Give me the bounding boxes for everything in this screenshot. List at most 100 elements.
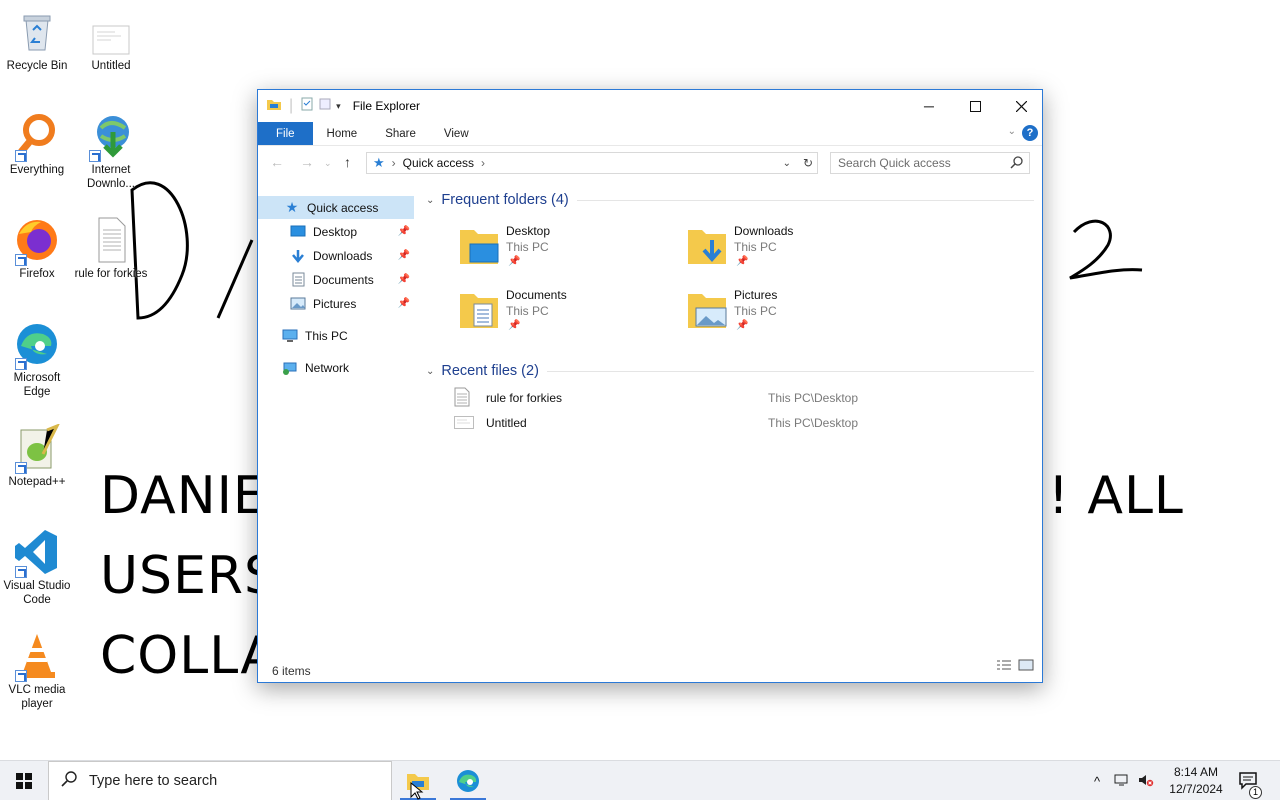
clock[interactable]: 8:14 AM 12/7/2024: [1164, 764, 1228, 798]
new-folder-icon[interactable]: [318, 97, 332, 116]
taskbar-search-box[interactable]: Type here to search: [48, 761, 392, 800]
text-file-icon: [454, 387, 470, 410]
recent-files-group-header[interactable]: ⌄ Recent files (2): [426, 363, 1034, 379]
quick-access-toolbar: | ▾: [266, 97, 341, 116]
ribbon-tabs: File Home Share View: [258, 122, 1042, 146]
large-icons-view-icon[interactable]: [1018, 658, 1034, 676]
volume-muted-icon[interactable]: [1138, 773, 1154, 790]
quick-access-star-icon: ★: [285, 199, 299, 215]
shortcut-arrow-icon: [15, 254, 27, 266]
details-view-icon[interactable]: [996, 658, 1012, 676]
recent-file-row[interactable]: rule for forkies This PC\Desktop: [454, 387, 1014, 409]
desktop-icon-everything[interactable]: Everything: [0, 112, 74, 177]
vscode-icon: [13, 528, 61, 578]
desktop-icon-vlc-media-player[interactable]: VLC media player: [0, 632, 74, 711]
desktop-icon-microsoft-edge[interactable]: Microsoft Edge: [0, 320, 74, 399]
help-icon[interactable]: ?: [1022, 125, 1038, 141]
nav-item-desktop[interactable]: Desktop 📌: [258, 220, 414, 243]
shortcut-arrow-icon: [15, 150, 27, 162]
nav-item-documents[interactable]: Documents 📌: [258, 268, 414, 291]
firefox-icon: [13, 216, 61, 266]
frequent-folder-downloads[interactable]: Downloads This PC 📌: [686, 224, 906, 284]
breadcrumb-separator: ›: [391, 156, 396, 170]
recent-locations-chevron-icon[interactable]: ⌄: [324, 158, 332, 169]
tab-view[interactable]: View: [430, 122, 483, 145]
folder-name: Pictures: [734, 288, 778, 302]
customize-toolbar-chevron-icon[interactable]: ▾: [336, 101, 341, 112]
desktop-icon-label: VLC media player: [8, 684, 66, 710]
frequent-folder-documents[interactable]: Documents This PC 📌: [458, 288, 678, 348]
frequent-folder-desktop[interactable]: Desktop This PC 📌: [458, 224, 678, 284]
desktop-folder-icon: [290, 225, 306, 239]
frequent-folders-group-header[interactable]: ⌄ Frequent folders (4): [426, 192, 1034, 208]
downloads-folder-icon: [686, 226, 730, 266]
taskbar-search-placeholder: Type here to search: [89, 773, 218, 789]
show-hidden-icons-chevron-icon[interactable]: ^: [1094, 774, 1100, 789]
nav-item-label: Documents: [313, 272, 374, 287]
nav-item-quick-access[interactable]: ★ Quick access: [258, 196, 414, 219]
desktop-icon-internet-download-manager[interactable]: Internet Downlo...: [74, 112, 148, 191]
nav-item-label: Network: [305, 360, 350, 375]
folder-name: Desktop: [506, 224, 551, 238]
frequent-folder-pictures[interactable]: Pictures This PC 📌: [686, 288, 906, 348]
everything-search-icon: [13, 112, 61, 162]
desktop-icon-label: Visual Studio Code: [3, 580, 71, 606]
taskbar-microsoft-edge[interactable]: [444, 761, 492, 800]
desktop-icon-untitled[interactable]: Untitled: [74, 8, 148, 73]
refresh-icon[interactable]: ↻: [803, 156, 813, 170]
forward-arrow-icon[interactable]: →: [300, 154, 314, 170]
up-arrow-icon[interactable]: ↑: [344, 154, 351, 170]
network-icon: [282, 361, 298, 375]
edge-icon: [13, 320, 61, 370]
nav-item-network[interactable]: Network: [258, 356, 414, 379]
folder-name: Downloads: [734, 224, 794, 238]
pin-icon: 📌: [508, 320, 521, 331]
network-status-icon[interactable]: [1114, 773, 1130, 790]
action-center-button[interactable]: 1: [1238, 770, 1262, 799]
minimize-icon[interactable]: ─: [906, 90, 952, 122]
notification-count-badge: 1: [1249, 786, 1262, 799]
quick-access-star-icon: ★: [373, 155, 385, 170]
nav-item-this-pc[interactable]: This PC: [258, 324, 414, 347]
tab-file[interactable]: File: [258, 122, 313, 145]
pin-icon: 📌: [397, 250, 410, 261]
nav-item-label: Quick access: [307, 200, 379, 215]
desktop-icon-label: Everything: [9, 164, 65, 176]
file-explorer-window: | ▾ File Explorer ─ File Home Share View…: [257, 89, 1043, 683]
document-thumbnail-icon: [87, 8, 135, 56]
properties-icon[interactable]: [300, 97, 314, 116]
nav-item-label: This PC: [305, 328, 348, 343]
address-bar[interactable]: ★ › Quick access › ⌄ ↻: [366, 152, 818, 174]
desktop-icon-firefox[interactable]: Firefox: [0, 216, 74, 281]
recent-file-path: This PC\Desktop: [768, 391, 859, 405]
back-arrow-icon[interactable]: ←: [270, 154, 284, 170]
group-header-label: Recent files (2): [441, 363, 539, 379]
nav-item-downloads[interactable]: Downloads 📌: [258, 244, 414, 267]
breadcrumb-separator[interactable]: ›: [481, 156, 485, 170]
desktop-icon-visual-studio-code[interactable]: Visual Studio Code: [0, 528, 74, 607]
start-button[interactable]: [0, 761, 48, 800]
desktop-icon-notepad-plus-plus[interactable]: Notepad++: [0, 423, 74, 489]
clock-time: 8:14 AM: [1173, 765, 1219, 779]
documents-icon: [290, 272, 306, 287]
expand-ribbon-chevron-icon[interactable]: ⌄: [1008, 126, 1016, 137]
desktop-icon-recycle-bin[interactable]: Recycle Bin: [0, 8, 74, 73]
title-bar[interactable]: | ▾ File Explorer ─: [258, 90, 1042, 122]
breadcrumb-quick-access[interactable]: Quick access: [403, 156, 474, 170]
nav-item-label: Pictures: [313, 296, 357, 311]
recent-file-row[interactable]: Untitled This PC\Desktop: [454, 412, 1014, 434]
wallpaper-text-line-1-end: ! ALL: [1048, 466, 1184, 526]
folder-location: This PC: [734, 240, 777, 254]
wallpaper-text-line-2: USERS: [100, 546, 279, 606]
nav-item-pictures[interactable]: Pictures 📌: [258, 292, 414, 315]
tab-home[interactable]: Home: [313, 122, 372, 145]
maximize-icon[interactable]: [952, 90, 998, 122]
tab-share[interactable]: Share: [371, 122, 430, 145]
recent-file-name: Untitled: [486, 416, 527, 430]
close-icon[interactable]: [998, 90, 1044, 122]
desktop-icon-label: rule for forkies: [74, 268, 148, 280]
search-quick-access-input[interactable]: Search Quick access: [830, 152, 1030, 174]
desktop-icon-label: Microsoft Edge: [13, 372, 61, 398]
address-dropdown-chevron-icon[interactable]: ⌄: [783, 158, 791, 169]
desktop-icon-rule-for-forkies[interactable]: rule for forkies: [74, 216, 148, 281]
